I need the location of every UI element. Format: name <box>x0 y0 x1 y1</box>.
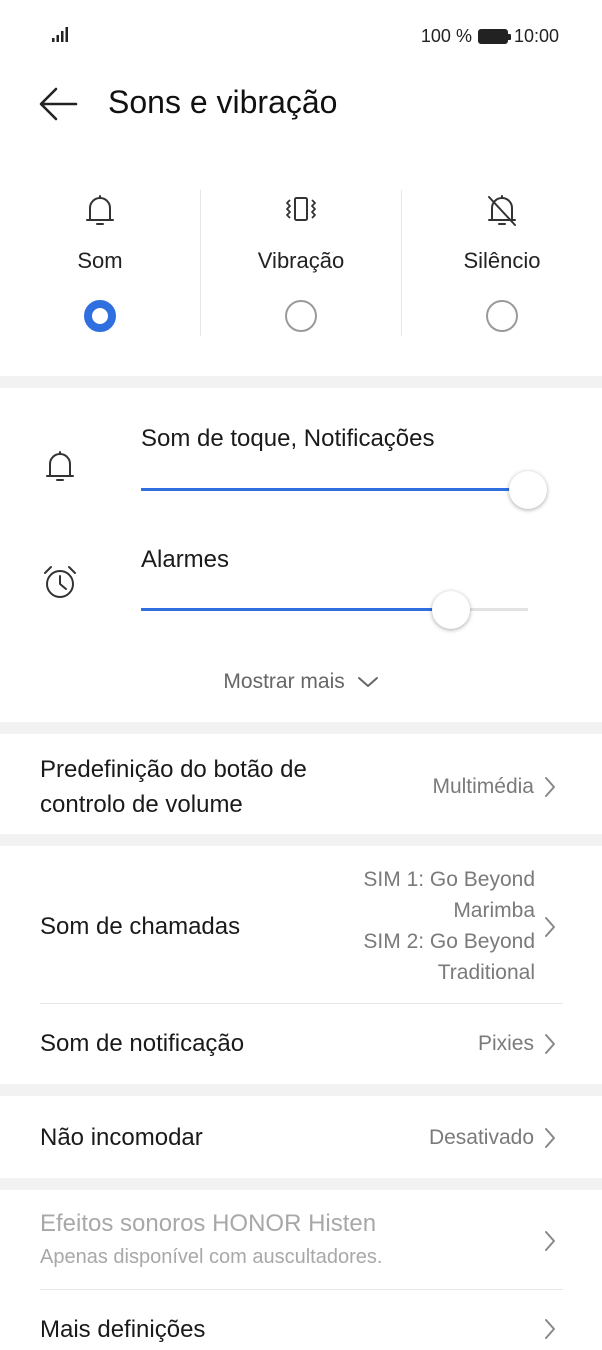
call-sound-sim2-line1: SIM 2: Go Beyond <box>363 930 535 953</box>
volume-button-preset-label-line2: controlo de volume <box>40 791 243 818</box>
call-sound-sim2-line2: Traditional <box>437 961 535 984</box>
section-gap <box>0 376 602 388</box>
volume-button-preset-row[interactable]: Predefinição do botão de controlo de vol… <box>0 734 602 834</box>
page-title: Sons e vibração <box>108 84 338 120</box>
volume-button-preset-value: Multimédia <box>432 775 534 798</box>
chevron-right-icon <box>545 917 555 937</box>
more-settings-row[interactable]: Mais definições <box>0 1290 602 1350</box>
clock: 10:00 <box>513 26 559 46</box>
mode-sound-radio[interactable] <box>84 300 116 332</box>
chevron-right-icon <box>545 777 555 797</box>
show-more-button[interactable]: Mostrar mais <box>0 670 602 694</box>
mode-sound[interactable]: Som <box>0 190 200 340</box>
call-sound-row[interactable]: Som de chamadas SIM 1: Go Beyond Marimba… <box>0 846 602 1002</box>
notification-sound-row[interactable]: Som de notificação Pixies <box>0 1004 602 1084</box>
histen-effects-label: Efeitos sonoros HONOR Histen <box>40 1210 377 1237</box>
alarm-volume-slider[interactable] <box>141 608 528 611</box>
histen-effects-subtitle: Apenas disponível com auscultadores. <box>40 1246 383 1268</box>
alarm-clock-icon <box>44 566 76 598</box>
histen-effects-row: Efeitos sonoros HONOR Histen Apenas disp… <box>0 1190 602 1280</box>
more-settings-label: Mais definições <box>40 1316 206 1343</box>
status-bar: 100 % 10:00 <box>0 0 602 72</box>
mode-silent-radio[interactable] <box>486 300 518 332</box>
notification-sound-value: Pixies <box>477 1032 534 1055</box>
do-not-disturb-row[interactable]: Não incomodar Desativado <box>0 1096 602 1178</box>
call-sound-sim1-line1: SIM 1: Go Beyond <box>363 868 535 891</box>
signal-icon <box>52 27 68 42</box>
section-gap <box>0 834 602 846</box>
vibration-icon <box>286 197 316 221</box>
notification-sound-label: Som de notificação <box>40 1030 245 1057</box>
mode-vibration-label: Vibração <box>257 248 345 273</box>
volume-button-preset-label: Predefinição do botão de controlo de vol… <box>40 752 307 822</box>
do-not-disturb-label: Não incomodar <box>40 1124 203 1151</box>
bell-off-icon <box>488 195 516 226</box>
ringtone-volume-slider[interactable] <box>141 488 528 491</box>
alarm-volume-label: Alarmes <box>141 546 230 573</box>
mode-silent[interactable]: Silêncio <box>402 190 602 340</box>
bell-icon <box>46 451 74 481</box>
battery-icon <box>477 29 511 44</box>
do-not-disturb-value: Desativado <box>428 1126 534 1149</box>
battery-percent: 100 % <box>420 26 472 46</box>
show-more-label: Mostrar mais <box>223 670 345 693</box>
chevron-right-icon <box>545 1128 555 1148</box>
mode-vibration[interactable]: Vibração <box>201 190 401 340</box>
section-gap <box>0 722 602 734</box>
alarm-volume-thumb[interactable] <box>431 591 470 629</box>
ringtone-volume-label: Som de toque, Notificações <box>141 425 435 452</box>
back-arrow-icon[interactable] <box>38 86 78 122</box>
bell-icon <box>86 195 114 225</box>
ringtone-volume-fill <box>141 488 528 491</box>
status-right: 100 % 10:00 <box>421 26 559 47</box>
ringtone-volume-thumb[interactable] <box>509 471 547 509</box>
mode-silent-label: Silêncio <box>463 248 541 273</box>
mode-sound-label: Som <box>77 248 123 273</box>
section-gap <box>0 1084 602 1096</box>
alarm-volume-fill <box>141 608 451 611</box>
call-sound-value: SIM 1: Go Beyond Marimba SIM 2: Go Beyon… <box>363 864 535 988</box>
volume-button-preset-label-line1: Predefinição do botão de <box>40 756 307 783</box>
chevron-right-icon <box>545 1034 555 1054</box>
chevron-right-icon <box>545 1231 555 1251</box>
section-gap <box>0 1178 602 1190</box>
mode-vibration-radio[interactable] <box>285 300 317 332</box>
chevron-down-icon <box>357 677 378 688</box>
chevron-right-icon <box>545 1319 555 1339</box>
call-sound-sim1-line2: Marimba <box>453 899 535 922</box>
call-sound-label: Som de chamadas <box>40 913 241 940</box>
